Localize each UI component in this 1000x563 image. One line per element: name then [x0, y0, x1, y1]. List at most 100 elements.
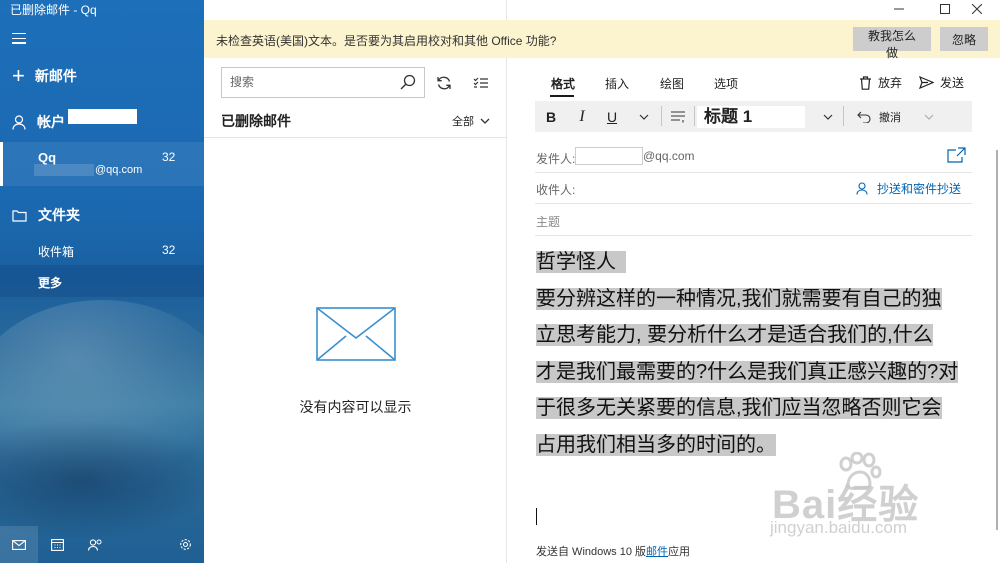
background-landscape-shadow: [0, 420, 204, 540]
send-icon: [919, 76, 934, 89]
mail-app-window: 已删除邮件 - Qq + 新邮件 帐户 Qq 32 @qq.com 文件夹 收件…: [0, 0, 1000, 563]
bold-button[interactable]: B: [535, 101, 567, 132]
body-line: 哲学怪人: [536, 244, 972, 281]
folder-inbox[interactable]: 收件箱: [38, 243, 74, 260]
cc-bcc-link[interactable]: 抄送和密件抄送: [856, 180, 961, 197]
account-email: @qq.com: [95, 164, 143, 176]
send-button[interactable]: 发送: [919, 74, 964, 91]
calendar-icon[interactable]: [38, 526, 76, 563]
body-line: 才是我们最需要的?什么是我们真正感兴趣的?对: [536, 354, 972, 391]
selection-mode-icon[interactable]: [469, 71, 493, 95]
chevron-down-icon: [480, 118, 490, 124]
selection-indicator: [0, 142, 3, 186]
folder-more-label: 更多: [38, 276, 63, 290]
plus-icon: +: [12, 63, 25, 88]
text-cursor: [536, 508, 537, 525]
scrollbar[interactable]: [996, 150, 998, 530]
search-input[interactable]: [230, 75, 390, 89]
folders-label: 文件夹: [38, 207, 80, 223]
chevron-down-icon[interactable]: [629, 101, 659, 132]
active-tab-indicator: [550, 95, 574, 97]
new-mail-button[interactable]: + 新邮件: [12, 63, 77, 88]
new-mail-label: 新邮件: [34, 68, 77, 84]
tab-insert[interactable]: 插入: [605, 75, 629, 92]
body-text: 于很多无关紧要的信息,我们应当忽略否则它会: [536, 397, 942, 419]
divider: [535, 172, 972, 173]
sync-icon[interactable]: [432, 71, 456, 95]
folder-more[interactable]: 更多: [0, 265, 204, 297]
from-label: 发件人:: [536, 152, 576, 166]
account-name: Qq: [38, 150, 57, 165]
filter-label: 全部: [452, 116, 474, 128]
divider: [535, 203, 972, 204]
hamburger-menu-icon[interactable]: [12, 33, 26, 47]
accounts-label: 帐户: [37, 114, 65, 130]
folder-icon: [12, 209, 27, 222]
body-text: 立思考能力, 要分析什么才是适合我们的,什么: [536, 324, 933, 346]
tab-options[interactable]: 选项: [714, 75, 738, 92]
filter-dropdown[interactable]: 全部: [452, 113, 490, 129]
folders-header[interactable]: 文件夹: [12, 205, 80, 225]
send-label: 发送: [940, 76, 965, 90]
underline-button[interactable]: U: [597, 101, 627, 132]
proofing-notice-bar: 未检查英语(美国)文本。是否要为其启用校对和其他 Office 功能? 教我怎么…: [204, 20, 1000, 60]
divider: [535, 235, 972, 236]
signature-link[interactable]: 邮件: [646, 546, 668, 558]
undo-icon: [857, 111, 871, 123]
divider: [661, 106, 662, 126]
people-icon[interactable]: [76, 526, 114, 563]
body-text: 占用我们相当多的时间的。: [536, 433, 776, 456]
message-list-pane: 已删除邮件 全部 没有内容可以显示: [204, 0, 507, 563]
body-text: 才是我们最需要的?什么是我们真正感兴趣的?对: [536, 360, 959, 383]
discard-label: 放弃: [878, 76, 903, 90]
body-text: 要分辨这样的一种情况,我们就需要有自己的独: [536, 287, 942, 310]
search-box[interactable]: [221, 67, 425, 98]
paragraph-format-icon[interactable]: [663, 101, 693, 132]
signature-prefix: 发送自 Windows 10 版: [536, 546, 647, 558]
undo-button[interactable]: 撤消: [853, 101, 923, 132]
folder-inbox-count: 32: [162, 243, 176, 257]
chevron-down-icon: [919, 101, 939, 132]
divider: [204, 137, 507, 138]
baidu-watermark: Bai经验 jingyan.baidu.com: [768, 450, 968, 545]
account-unread-count: 32: [162, 150, 176, 164]
navigation-pane: 已删除邮件 - Qq + 新邮件 帐户 Qq 32 @qq.com 文件夹 收件…: [0, 0, 204, 563]
divider: [843, 106, 844, 126]
body-line: 于很多无关紧要的信息,我们应当忽略否则它会: [536, 390, 972, 427]
person-icon: [856, 182, 868, 195]
notice-text: 未检查英语(美国)文本。是否要为其启用校对和其他 Office 功能?: [216, 34, 557, 48]
mail-icon[interactable]: [0, 526, 38, 563]
italic-button[interactable]: I: [567, 101, 597, 132]
search-icon[interactable]: [400, 74, 416, 90]
body-title: 哲学怪人: [536, 251, 626, 273]
bottom-nav-bar: [0, 526, 204, 563]
redacted-block: [34, 164, 94, 176]
tab-format[interactable]: 格式: [551, 75, 575, 92]
accounts-header[interactable]: 帐户: [12, 112, 65, 132]
person-icon: [12, 114, 26, 130]
message-body[interactable]: 哲学怪人 要分辨这样的一种情况,我们就需要有自己的独 立思考能力, 要分析什么才…: [536, 244, 972, 463]
ignore-button[interactable]: 忽略: [940, 27, 988, 51]
undo-label: 撤消: [879, 111, 901, 124]
pop-out-icon[interactable]: [947, 147, 966, 163]
watermark-url: jingyan.baidu.com: [770, 518, 908, 537]
chevron-down-icon[interactable]: [815, 101, 841, 132]
to-label: 收件人:: [536, 183, 576, 197]
redacted-block: [68, 109, 137, 124]
settings-icon[interactable]: [166, 526, 204, 563]
show-me-button[interactable]: 教我怎么做: [853, 27, 931, 60]
from-domain: @qq.com: [643, 149, 695, 163]
divider: [694, 106, 695, 126]
discard-button[interactable]: 放弃: [859, 74, 902, 91]
folder-title: 已删除邮件: [221, 113, 291, 129]
style-selector[interactable]: 标题 1: [697, 106, 805, 128]
close-icon[interactable]: [954, 0, 1000, 18]
envelope-icon: [316, 307, 396, 361]
tab-draw[interactable]: 绘图: [660, 75, 684, 92]
subject-field[interactable]: 主题: [536, 213, 560, 230]
body-line: 要分辨这样的一种情况,我们就需要有自己的独: [536, 281, 972, 318]
minimize-icon[interactable]: [876, 0, 922, 18]
trash-icon: [860, 75, 871, 90]
body-line: 立思考能力, 要分析什么才是适合我们的,什么: [536, 317, 972, 354]
signature: 发送自 Windows 10 版邮件应用: [536, 543, 690, 559]
